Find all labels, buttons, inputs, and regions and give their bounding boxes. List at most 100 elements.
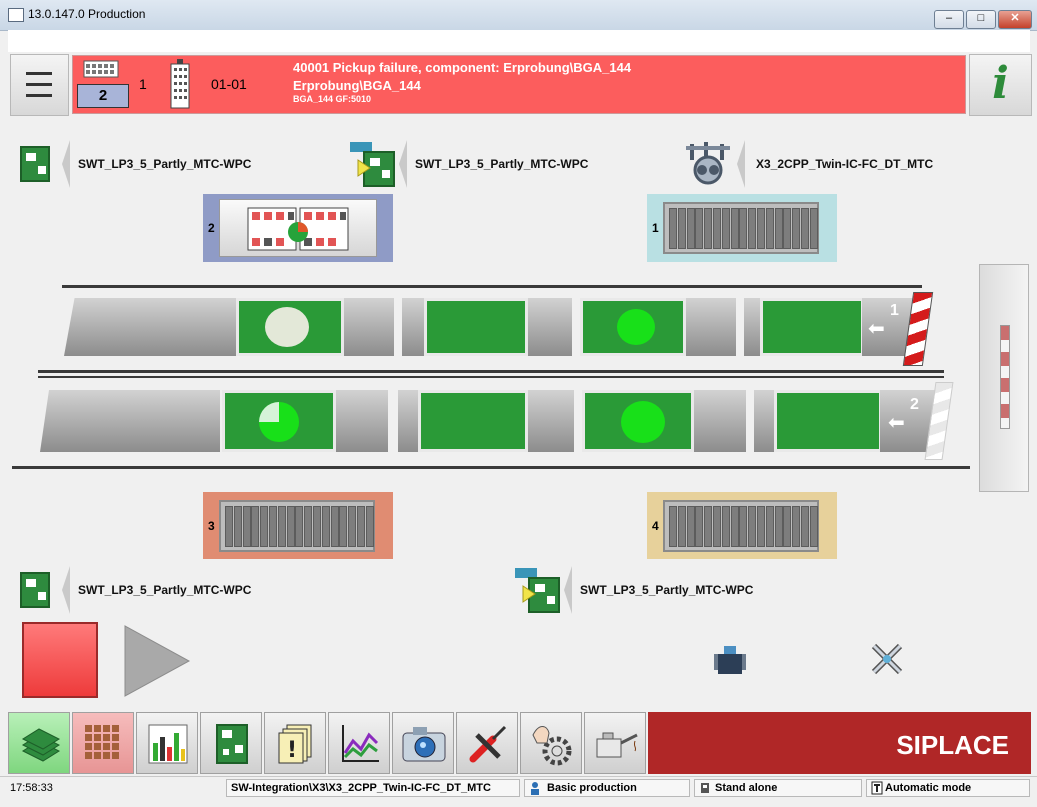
conveyor-segment	[528, 390, 574, 452]
feeder-slot	[339, 506, 348, 547]
feeder-slot	[251, 506, 260, 547]
feeder-slot	[348, 506, 357, 547]
alarm-banner[interactable]: 2 1 01-01 40001 Pickup failure, componen…	[72, 55, 966, 114]
feeder-slot	[233, 506, 242, 547]
pcb-board-lane2-3[interactable]	[582, 390, 694, 452]
window-titlebar: 13.0.147.0 Production – □ ✕	[0, 0, 1037, 31]
tray-3[interactable]: 3	[203, 492, 393, 559]
info-button[interactable]: i	[969, 54, 1032, 116]
feeder-slots	[663, 202, 819, 254]
toolbar-pcb-stack-button[interactable]	[8, 712, 70, 774]
pcb-board-lane2-1[interactable]	[222, 390, 336, 452]
feeder-slot	[225, 506, 233, 547]
camera-icon	[402, 727, 446, 762]
conveyor-segment	[402, 298, 424, 356]
feeder-slot	[809, 208, 818, 249]
toolbar-tools-button[interactable]	[456, 712, 518, 774]
start-button[interactable]	[122, 624, 192, 698]
toolbar-settings-button[interactable]	[520, 712, 582, 774]
menu-button[interactable]	[10, 54, 69, 116]
feeder-slots	[663, 500, 819, 552]
pcb-icon[interactable]	[20, 572, 50, 608]
conveyor-segment	[336, 390, 388, 452]
toolbar-feeder-table-button[interactable]	[72, 712, 134, 774]
feeder-slot	[677, 208, 686, 249]
feeder-grid-icon	[85, 725, 119, 759]
toolbar-messages-button[interactable]: !	[264, 712, 326, 774]
conveyor-segment	[64, 298, 240, 356]
conveyor-segment	[398, 390, 418, 452]
progress-dot	[617, 309, 655, 345]
feeder-slot	[242, 506, 251, 547]
toolbar-bar-chart-button[interactable]	[136, 712, 198, 774]
feeder-slot	[357, 506, 365, 547]
pcb-transfer-icon[interactable]	[515, 566, 561, 614]
pcb-transfer-icon[interactable]	[350, 140, 396, 188]
pcb-board-lane2-2[interactable]	[418, 390, 528, 452]
close-button[interactable]: ✕	[998, 10, 1032, 29]
progress-dot	[265, 307, 309, 347]
feeder-slot	[748, 506, 757, 547]
program-label-top-center: SWT_LP3_5_Partly_MTC-WPC	[415, 157, 589, 171]
top-spacer	[8, 30, 1030, 52]
brand-banner: SIPLACE	[648, 712, 1031, 774]
hand-gear-icon	[532, 726, 572, 766]
feeder-slot	[730, 208, 739, 249]
status-time: 17:58:33	[10, 782, 53, 794]
stop-button[interactable]	[22, 622, 98, 698]
toolbar-board-button[interactable]	[200, 712, 262, 774]
conveyor-segment	[754, 390, 774, 452]
feeder-slot	[809, 506, 818, 547]
window-title: 13.0.147.0 Production	[28, 7, 146, 21]
pcb-board-lane1-4[interactable]	[760, 298, 864, 356]
status-user-mode: Basic production	[524, 779, 690, 797]
pcb-icon[interactable]	[20, 146, 50, 182]
operator-icon[interactable]	[712, 642, 748, 676]
tray-4[interactable]: 4	[647, 492, 837, 559]
feeder-slot	[686, 208, 695, 249]
feeder-slot	[330, 506, 339, 547]
feeder-slot	[269, 506, 277, 547]
feeder-slot	[304, 506, 313, 547]
feeder-slot	[801, 506, 809, 547]
feeder-slot	[774, 208, 783, 249]
lane-number: 1	[890, 302, 899, 319]
tray-1[interactable]: 1	[647, 194, 837, 262]
pcb-board-lane1-3[interactable]	[580, 298, 686, 356]
arrow-left-icon: ⬅	[888, 412, 905, 434]
feeder-slot	[321, 506, 330, 547]
hamburger-icon	[26, 72, 52, 75]
mode-icon	[871, 781, 883, 800]
feeder-slot	[721, 506, 730, 547]
minimize-button[interactable]: –	[934, 10, 964, 29]
line-mode-label: Stand alone	[715, 782, 778, 794]
program-label-bottom-left: SWT_LP3_5_Partly_MTC-WPC	[78, 583, 252, 597]
maximize-button[interactable]: □	[966, 10, 996, 29]
feeder-slot	[739, 506, 748, 547]
pcb-stack-icon	[21, 728, 61, 762]
machine-count-badge: 2	[77, 84, 129, 108]
conveyor-segment	[694, 390, 746, 452]
x-connect-icon[interactable]	[870, 642, 904, 676]
toolbar-camera-button[interactable]	[392, 712, 454, 774]
divider-arrow	[62, 140, 70, 188]
nozzle-changer-icon[interactable]	[684, 140, 732, 188]
toolbar-oil-button[interactable]	[584, 712, 646, 774]
pcb-board-lane2-4[interactable]	[774, 390, 882, 452]
hamburger-icon-bar	[26, 83, 52, 86]
feeder-slot	[730, 506, 739, 547]
divider-arrow	[564, 566, 572, 614]
program-label-top-right: X3_2CPP_Twin-IC-FC_DT_MTC	[756, 157, 934, 171]
pcb-board-lane1-2[interactable]	[424, 298, 528, 356]
tray-2[interactable]: 2	[203, 194, 393, 262]
feeder-slot	[677, 506, 686, 547]
feeder-slot	[695, 506, 704, 547]
pcb-board-lane1-1[interactable]	[236, 298, 344, 356]
status-run-mode: Automatic mode	[866, 779, 1030, 797]
toolbar-statistics-button[interactable]	[328, 712, 390, 774]
progress-pie	[257, 401, 301, 443]
lane-side-panel[interactable]	[979, 264, 1029, 492]
tray-number: 3	[208, 519, 215, 533]
tray-number: 1	[652, 221, 659, 235]
station-id: 01-01	[211, 76, 247, 92]
